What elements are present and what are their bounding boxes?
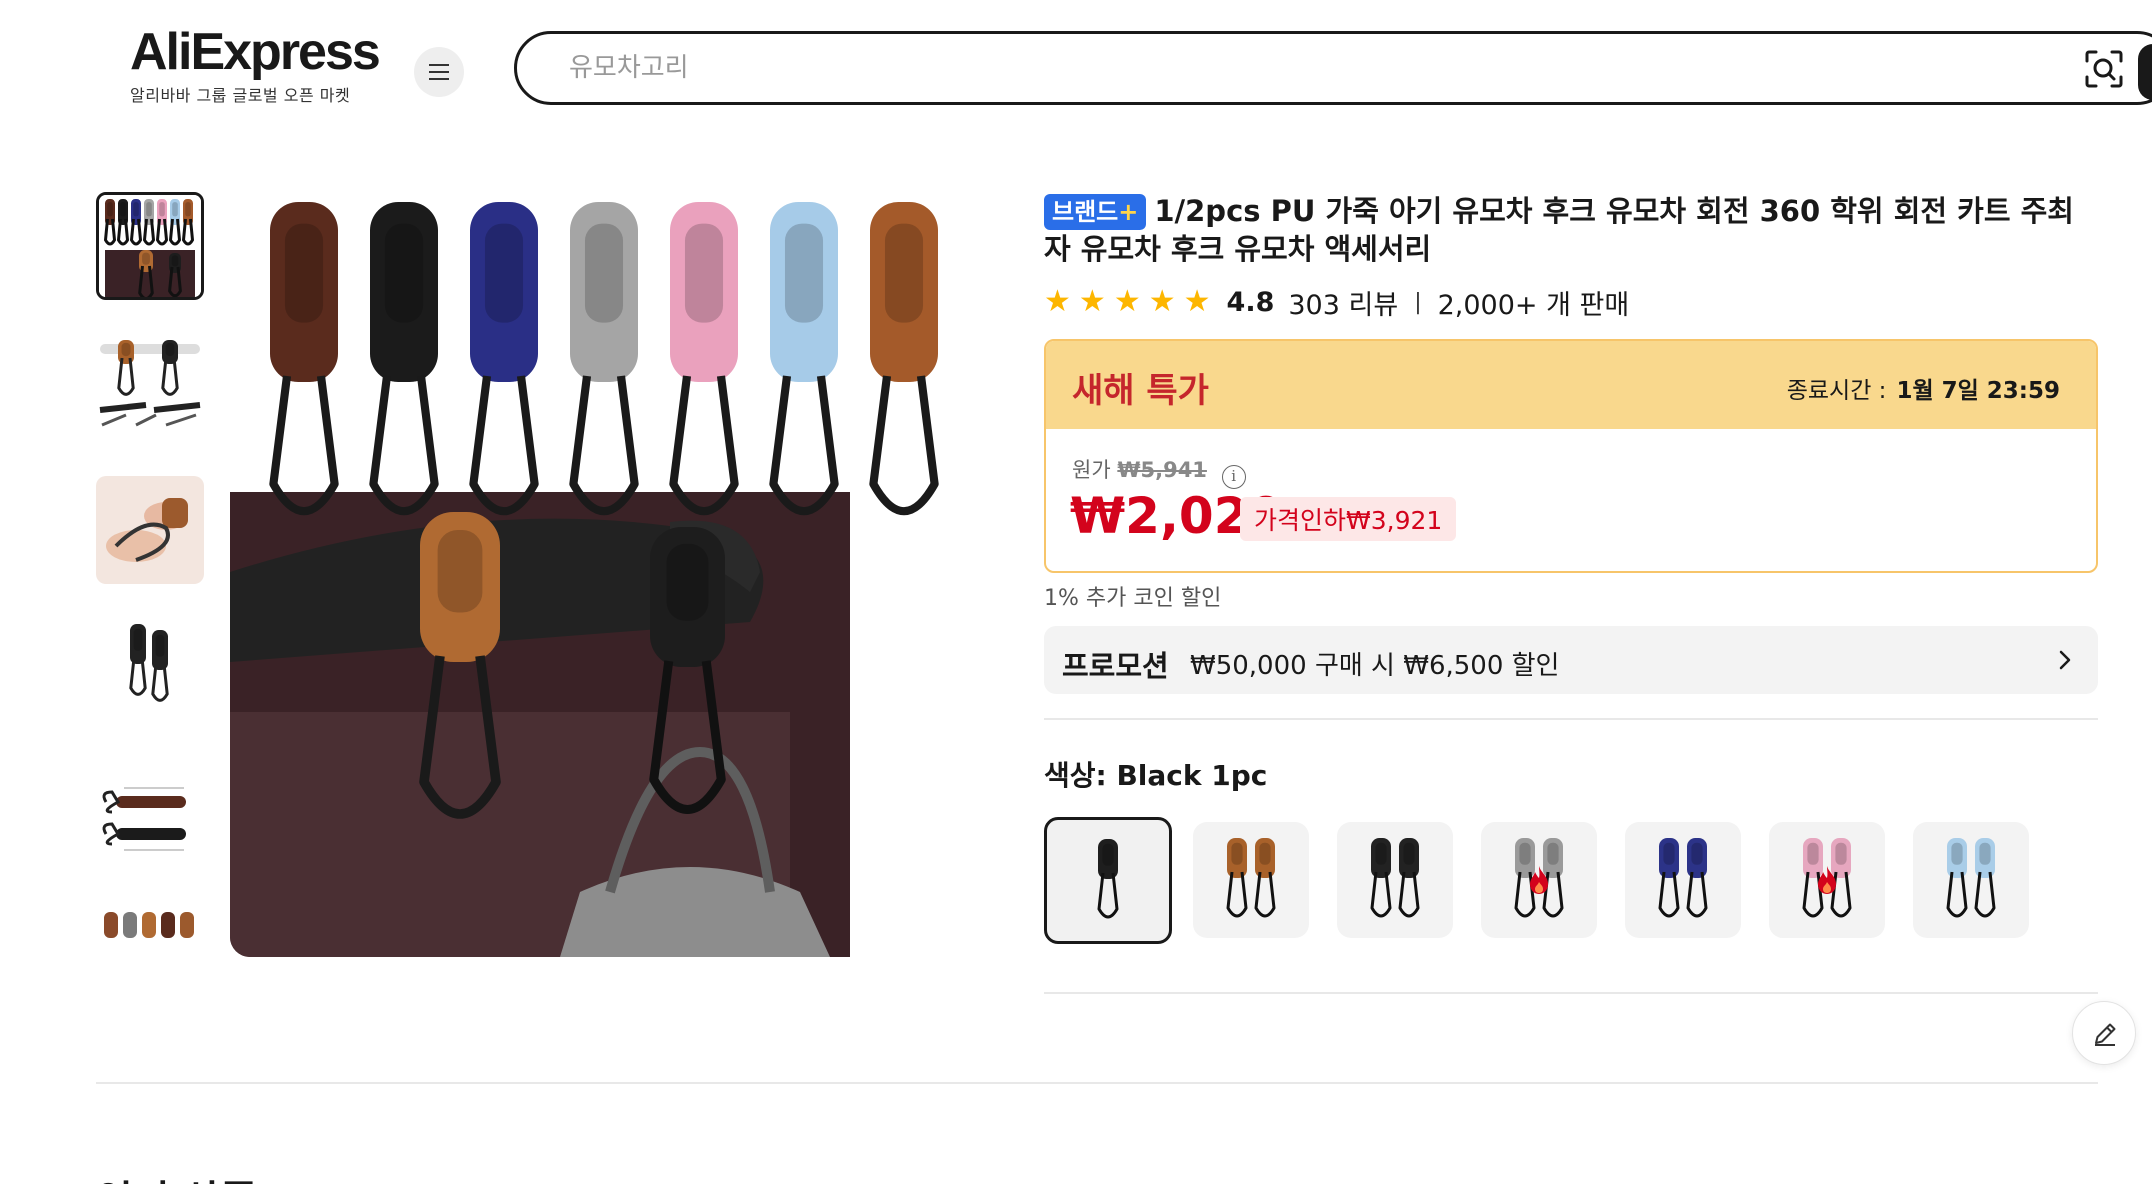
swatch-image — [1370, 838, 1420, 918]
promotion-label: 프로모션 — [1062, 649, 1169, 683]
product-photo — [230, 192, 960, 957]
star-icon: ★ — [1113, 284, 1141, 319]
main-product-image[interactable] — [230, 192, 960, 957]
account-avatar[interactable] — [2138, 44, 2152, 100]
star-icon: ★ — [1183, 284, 1211, 319]
star-rating: ★ ★ ★ ★ ★ — [1044, 287, 1211, 317]
edit-feedback-button[interactable] — [2072, 1001, 2136, 1065]
review-count-link[interactable]: 303 리뷰 — [1288, 283, 1398, 322]
star-icon: ★ — [1044, 284, 1071, 319]
info-icon[interactable]: i — [1221, 465, 1246, 489]
image-search-icon[interactable] — [2083, 48, 2125, 90]
color-selection-label: 색상: Black 1pc — [1044, 759, 1268, 792]
coin-discount-text: 1% 추가 코인 할인 — [1044, 586, 1222, 611]
color-swatch-black[interactable] — [1337, 822, 1453, 938]
deal-title: 새해 특가 — [1072, 371, 1209, 411]
original-price: 원가 ₩5,941 i — [1072, 454, 1246, 489]
fire-icon — [1818, 866, 1836, 894]
color-swatch-pink[interactable] — [1769, 822, 1885, 938]
divider — [1044, 992, 2098, 994]
deal-header: 새해 특가 종료시간 :1월 7일 23:59 — [1046, 341, 2096, 429]
divider — [1044, 718, 2098, 720]
divider — [96, 1082, 2098, 1084]
search-bar[interactable] — [514, 31, 2152, 105]
rating-value: 4.8 — [1226, 286, 1275, 318]
promotion-row[interactable]: 프로모션 ₩50,000 구매 시 ₩6,500 할인 — [1044, 626, 2098, 694]
thumbnail-all-colors[interactable] — [96, 192, 204, 300]
product-title: 브랜드+ 1/2pcs PU 가죽 아기 유모차 후크 유모차 회전 360 학위… — [1044, 192, 2100, 268]
chevron-right-icon — [2059, 650, 2071, 670]
logo-tagline: 알리바바 그룹 글로벌 오픈 마켓 — [130, 86, 351, 105]
logo-text: AliExpress — [130, 23, 381, 81]
pencil-icon — [2095, 1023, 2116, 1046]
thumbnail-dimensions[interactable] — [96, 758, 204, 866]
color-swatch-light-blue[interactable] — [1913, 822, 2029, 938]
hamburger-menu-button[interactable] — [414, 47, 464, 97]
thumbnail-hooks-on-bar[interactable] — [96, 330, 204, 438]
search-input[interactable] — [569, 50, 1969, 86]
swatch-image — [1097, 838, 1119, 918]
thumbnail-hand-holding[interactable] — [96, 476, 204, 584]
thumbnail-colors-row[interactable] — [96, 902, 204, 962]
brand-plus-badge: 브랜드+ — [1044, 194, 1147, 230]
deal-price-box: 새해 특가 종료시간 :1월 7일 23:59 원가 ₩5,941 i ₩2,0… — [1044, 339, 2098, 573]
swatch-image — [1946, 838, 1996, 918]
star-icon: ★ — [1148, 284, 1176, 319]
promotion-text: ₩50,000 구매 시 ₩6,500 할인 — [1190, 651, 1560, 681]
thumbnail-image — [96, 758, 204, 866]
aliexpress-logo[interactable]: AliExpress 알리바바 그룹 글로벌 오픈 마켓 — [130, 23, 381, 106]
section-heading: 인기 상품 — [96, 1168, 257, 1184]
swatch-image — [1226, 838, 1276, 918]
thumbnail-image — [96, 616, 204, 724]
deal-end-time: 종료시간 :1월 7일 23:59 — [1786, 378, 2060, 404]
star-icon: ★ — [1078, 284, 1106, 319]
separator: | — [1414, 289, 1422, 315]
thumbnail-single-hooks[interactable] — [96, 616, 204, 724]
color-swatch-brown[interactable] — [1193, 822, 1309, 938]
sold-count: 2,000+ 개 판매 — [1437, 289, 1630, 321]
thumbnail-image — [99, 195, 201, 297]
fire-icon — [1530, 866, 1548, 894]
rating-row: ★ ★ ★ ★ ★ 4.8 303 리뷰 | 2,000+ 개 판매 — [1044, 283, 1630, 322]
color-swatch-grey[interactable] — [1481, 822, 1597, 938]
color-swatch-black-1pc[interactable] — [1044, 817, 1172, 944]
product-title-text: 1/2pcs PU 가죽 아기 유모차 후크 유모차 회전 360 학위 회전 … — [1044, 194, 2074, 266]
swatch-image — [1658, 838, 1708, 918]
thumbnail-image — [96, 476, 204, 584]
thumbnail-image — [96, 330, 204, 438]
hamburger-icon — [429, 64, 449, 80]
color-swatch-blue[interactable] — [1625, 822, 1741, 938]
discount-badge: 가격인하₩3,921 — [1240, 497, 1457, 541]
thumbnail-image — [96, 902, 204, 962]
